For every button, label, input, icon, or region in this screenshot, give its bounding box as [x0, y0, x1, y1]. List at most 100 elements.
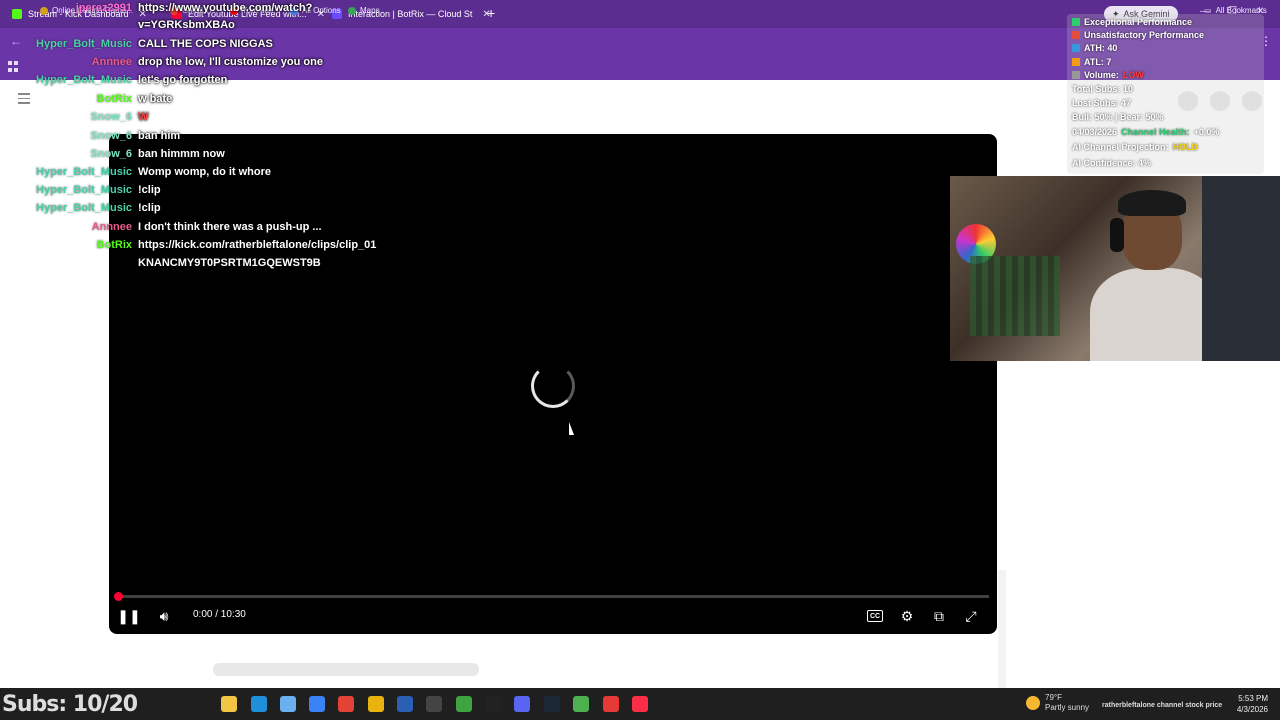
chat-message: Snow_6 ban himmm now: [0, 148, 600, 166]
subs-goal: Subs: 10/20: [2, 692, 138, 717]
chat-username[interactable]: jperez2991: [76, 2, 132, 14]
chat-username[interactable]: Hyper_Bolt_Music: [36, 184, 132, 196]
chat-username[interactable]: Snow_6: [90, 148, 132, 160]
stat-label: Exceptional Performance: [1084, 17, 1193, 27]
weather-sun-icon[interactable]: [1026, 696, 1040, 710]
stat-legend-row: Volume: LOW: [1072, 70, 1144, 80]
xbox-icon[interactable]: [456, 696, 472, 712]
edge-icon[interactable]: [251, 696, 267, 712]
horizontal-scrollbar[interactable]: [213, 663, 479, 676]
obs-icon[interactable]: [426, 696, 442, 712]
chat-message: Hyper_Bolt_Music Womp womp, do it whore: [0, 166, 600, 184]
time-display: 0:00 / 10:30: [193, 609, 246, 620]
chrome-active-icon[interactable]: [573, 696, 589, 712]
chat-text: ban himmm now: [138, 148, 225, 160]
stat-legend-row: Unsatisfactory Performance: [1072, 30, 1204, 40]
miniplayer-button[interactable]: ⧉: [928, 605, 950, 627]
music-icon[interactable]: [632, 696, 648, 712]
chat-username[interactable]: Snow_6: [90, 130, 132, 142]
streamer-hat: [1118, 190, 1186, 216]
chat-message: BotRix w bate: [0, 93, 600, 111]
weather-temp: 79°F: [1045, 693, 1062, 702]
stat-label: Unsatisfactory Performance: [1084, 30, 1205, 40]
stat-highlight: LOW: [1122, 70, 1144, 80]
file-explorer-icon[interactable]: [221, 696, 237, 712]
chat-text: CALL THE COPS NIGGAS: [138, 38, 273, 50]
channel-health-label: Channel Health:: [1121, 127, 1190, 137]
stat-legend-row: Exceptional Performance: [1072, 17, 1192, 27]
chat-username[interactable]: BotRix: [97, 239, 132, 251]
chat-text: !clip: [138, 202, 161, 214]
legend-square-icon: [1072, 44, 1080, 52]
chat-text: KNANCMY9T0PSRTM1GQEWST9B: [138, 257, 321, 269]
channel-health-value: +0.0%: [1193, 127, 1220, 137]
stat-legend-row: ATH: 40: [1072, 43, 1117, 53]
acrobat-icon[interactable]: [338, 696, 354, 712]
fullscreen-button[interactable]: ⤢: [960, 605, 982, 627]
streamer-shirt: [1090, 268, 1220, 361]
clock[interactable]: 5:53 PM 4/3/2026: [1228, 693, 1268, 715]
mouse-cursor-icon: [569, 422, 579, 435]
maps-pin-icon[interactable]: [603, 696, 619, 712]
progress-bar[interactable]: [117, 595, 989, 598]
chrome-icon[interactable]: [368, 696, 384, 712]
weather-desc: Partly sunny: [1045, 703, 1090, 712]
legend-square-icon: [1072, 58, 1080, 66]
store-icon[interactable]: [280, 696, 296, 712]
discord-icon[interactable]: [514, 696, 530, 712]
settings-gear-icon[interactable]: ⚙: [896, 605, 918, 627]
chat-username[interactable]: Snow_6: [90, 111, 132, 123]
stat-label: ATH: 40: [1084, 43, 1118, 53]
bottles: [970, 256, 1060, 336]
chat-message: Hyper_Bolt_Music !clip: [0, 184, 600, 202]
chat-message: Annnee drop the low, I'll customize you o…: [0, 56, 600, 74]
channel-health-row: 04/03/2026 Channel Health: +0.0%: [1072, 127, 1219, 137]
projection-row: AI Channel Projection: HOLD: [1072, 142, 1198, 152]
chat-username[interactable]: BotRix: [97, 93, 132, 105]
stats-date: 04/03/2026: [1072, 127, 1118, 137]
chat-text: https://www.youtube.com/watch?: [138, 2, 313, 14]
stat-label: ATL: 7: [1084, 57, 1112, 67]
chat-username[interactable]: Annnee: [92, 221, 132, 233]
stock-ticker: ratherbleftalone channel stock price: [1102, 702, 1223, 709]
projection-value: HOLD: [1172, 142, 1199, 152]
stats-overlay: Exceptional Performance Unsatisfactory Pe…: [1067, 14, 1264, 174]
loading-spinner-icon: [531, 364, 575, 408]
chat-username[interactable]: Hyper_Bolt_Music: [36, 202, 132, 214]
chat-message: Hyper_Bolt_Music CALL THE COPS NIGGAS: [0, 38, 600, 56]
clock-time: 5:53 PM: [1238, 694, 1268, 703]
pause-button[interactable]: ❚❚: [117, 605, 140, 627]
chat-text: drop the low, I'll customize you one: [138, 56, 323, 68]
captions-button[interactable]: CC: [864, 605, 886, 627]
chat-message: BotRix https://kick.com/ratherbleftalone/…: [0, 239, 600, 257]
bull-bear: Bull: 50% | Bear: 50%: [1072, 112, 1164, 122]
chat-username[interactable]: Annnee: [92, 56, 132, 68]
chat-text: !clip: [138, 184, 161, 196]
chat-text: I don't think there was a push-up ...: [138, 221, 322, 233]
chat-message: Hyper_Bolt_Music let's go forgotten: [0, 74, 600, 92]
stat-label: Volume:: [1084, 70, 1119, 80]
cc-icon: CC: [867, 610, 883, 622]
steam-icon[interactable]: [544, 696, 560, 712]
volume-button[interactable]: 🔊︎: [153, 605, 175, 627]
github-icon[interactable]: [485, 696, 501, 712]
legend-square-icon: [1072, 71, 1080, 79]
vertical-scroll-strip: [998, 570, 1006, 690]
word-icon[interactable]: [397, 696, 413, 712]
chat-username[interactable]: Hyper_Bolt_Music: [36, 166, 132, 178]
clock-date: 4/3/2026: [1236, 705, 1268, 714]
chat-text: Womp womp, do it whore: [138, 166, 272, 178]
webcam-overlay: [950, 176, 1280, 361]
total-subs: Total Subs: 10: [1072, 84, 1133, 94]
weather-widget[interactable]: 79°F Partly sunny: [1045, 693, 1089, 713]
chat-text: https://kick.com/ratherbleftalone/clips/…: [138, 239, 377, 251]
progress-scrubber[interactable]: [114, 592, 123, 601]
chat-message: Hyper_Bolt_Music !clip: [0, 202, 600, 220]
chat-message: jperez2991 https://www.youtube.com/watch?: [0, 2, 600, 20]
chat-username[interactable]: Hyper_Bolt_Music: [36, 38, 132, 50]
chat-message: v=YGRKsbmXBAo: [0, 19, 600, 37]
chat-message: KNANCMY9T0PSRTM1GQEWST9B: [0, 257, 600, 275]
chat-username[interactable]: Hyper_Bolt_Music: [36, 74, 132, 86]
streamer: [1090, 188, 1220, 361]
photos-icon[interactable]: [309, 696, 325, 712]
